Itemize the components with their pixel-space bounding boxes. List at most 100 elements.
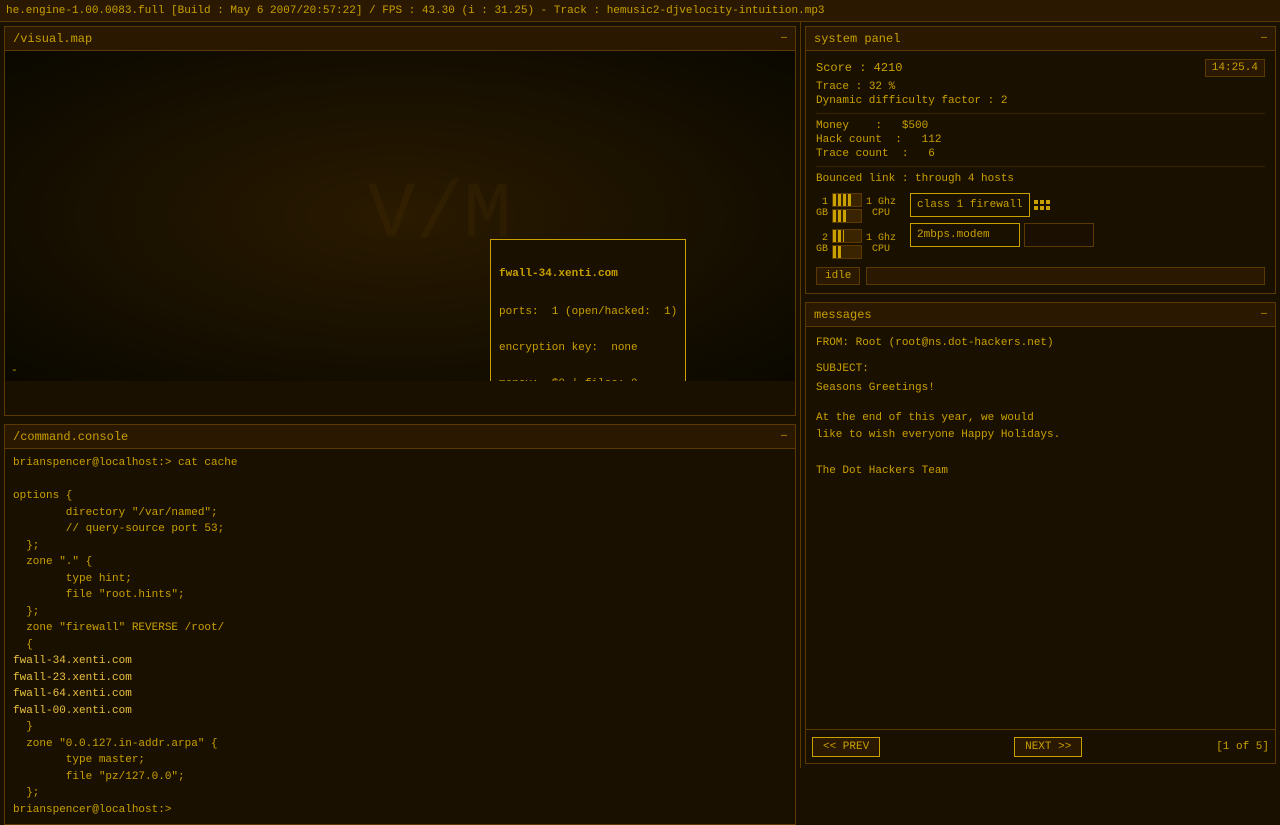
left-column: /visual.map — V/M	[0, 22, 800, 768]
main-layout: /visual.map — V/M	[0, 22, 1280, 768]
ram1-label: 1	[822, 197, 828, 208]
command-console-panel: /command.console — brianspencer@localhos…	[4, 424, 796, 825]
modem-row: 2mbps.modem	[910, 223, 1094, 247]
node-tooltip: fwall-34.xenti.com ports: 1 (open/hacked…	[490, 239, 686, 381]
page-indicator: [1 of 5]	[1216, 741, 1269, 753]
money-label: Money	[816, 120, 849, 132]
difficulty-value: 2	[1001, 95, 1008, 107]
console-prompt1: brianspencer@localhost:> cat cache	[13, 455, 787, 472]
cpu2-speed: 1 Ghz	[866, 233, 896, 244]
modem-status	[1024, 223, 1094, 247]
trace-value: 32 %	[869, 81, 895, 93]
cpu1-label: CPU	[866, 208, 896, 219]
dot6	[1046, 206, 1050, 210]
ram2-bar2	[832, 245, 862, 259]
money-row: Money : $500	[816, 120, 1265, 132]
highlight-fwall23: fwall-23.xenti.com	[13, 672, 132, 684]
bounced-label: Bounced link : through 4 hosts	[816, 173, 1014, 185]
message-subject-label: SUBJECT:	[816, 361, 1265, 379]
dot4	[1034, 206, 1038, 210]
tooltip-encryption: encryption key: none	[499, 342, 677, 354]
divider2	[816, 166, 1265, 167]
dot5	[1040, 206, 1044, 210]
console-title: /command.console	[13, 430, 128, 444]
messages-panel: messages — FROM: Root (root@ns.dot-hacke…	[805, 302, 1276, 764]
trace-label: Trace :	[816, 81, 862, 93]
tooltip-ports: ports: 1 (open/hacked: 1)	[499, 306, 677, 318]
right-column: system panel — Score : 4210 14:25.4 Trac…	[800, 22, 1280, 768]
ram1-block: 1 GB	[816, 197, 828, 219]
system-panel-content: Score : 4210 14:25.4 Trace : 32 % Dynami…	[806, 51, 1275, 293]
dot1	[1034, 200, 1038, 204]
highlight-fwall64: fwall-64.xenti.com	[13, 688, 132, 700]
hw-right: class 1 firewall	[910, 193, 1094, 259]
next-button[interactable]: NEXT >>	[1014, 737, 1082, 757]
map-minus[interactable]: -	[11, 365, 18, 377]
ram2-unit: GB	[816, 244, 828, 255]
prev-button[interactable]: << PREV	[812, 737, 880, 757]
firewall-dots-row1	[1034, 200, 1050, 204]
firewall-row: class 1 firewall	[910, 193, 1094, 217]
ram2-bar1	[832, 229, 862, 243]
console-header: /command.console —	[5, 425, 795, 449]
system-panel-title: system panel	[814, 32, 900, 46]
hack-count-row: Hack count : 112	[816, 134, 1265, 146]
ram1-unit: GB	[816, 208, 828, 219]
ram1-bar2	[832, 209, 862, 223]
trace-row: Trace : 32 %	[816, 81, 1265, 93]
hw-row2: 2 GB 1 Ghz CPU	[816, 229, 896, 259]
cpu1-block: 1 Ghz CPU	[866, 197, 896, 219]
messages-minimize[interactable]: —	[1261, 309, 1267, 320]
visual-map-panel: /visual.map — V/M	[4, 26, 796, 416]
dot2	[1040, 200, 1044, 204]
highlight-fwall34: fwall-34.xenti.com	[13, 655, 132, 667]
system-panel: system panel — Score : 4210 14:25.4 Trac…	[805, 26, 1276, 294]
map-content: V/M	[5, 51, 795, 381]
ram2-bars	[832, 229, 862, 259]
firewall-dots-row2	[1034, 206, 1050, 210]
message-body: At the end of this year, we would like t…	[816, 410, 1265, 480]
title-bar: he.engine-1.00.0083.full [Build : May 6 …	[0, 0, 1280, 22]
message-subject: Seasons Greetings!	[816, 380, 1265, 398]
divider1	[816, 113, 1265, 114]
visual-map-header: /visual.map —	[5, 27, 795, 51]
messages-header: messages —	[806, 303, 1275, 327]
ram1-bars	[832, 193, 862, 223]
tooltip-title: fwall-34.xenti.com	[499, 268, 677, 280]
money-value: $500	[902, 120, 928, 132]
hw-row1: 1 GB 1 Ghz CPU	[816, 193, 896, 223]
modem-label: 2mbps.modem	[917, 229, 990, 241]
visual-map-title: /visual.map	[13, 32, 92, 46]
messages-footer: << PREV NEXT >> [1 of 5]	[806, 729, 1275, 763]
status-bar: idle	[816, 267, 1265, 285]
message-from: FROM: Root (root@ns.dot-hackers.net)	[816, 335, 1265, 353]
highlight-fwall00: fwall-00.xenti.com	[13, 705, 132, 717]
cpu2-label: CPU	[866, 244, 896, 255]
firewall-indicators	[1034, 200, 1050, 210]
trace-count-label: Trace count	[816, 148, 889, 160]
hw-left: 1 GB 1 Ghz CPU	[816, 193, 896, 259]
messages-title: messages	[814, 308, 872, 322]
console-body: options { directory "/var/named"; // que…	[13, 472, 787, 802]
ram2-label: 2	[822, 233, 828, 244]
console-minimize[interactable]: —	[781, 431, 787, 442]
score-row: Score : 4210 14:25.4	[816, 59, 1265, 77]
trace-count-value: 6	[928, 148, 935, 160]
difficulty-row: Dynamic difficulty factor : 2	[816, 95, 1265, 107]
visual-map-minimize[interactable]: —	[781, 33, 787, 44]
hack-count-value: 112	[922, 134, 942, 146]
difficulty-label: Dynamic difficulty factor :	[816, 95, 994, 107]
score-label: Score :	[816, 61, 866, 75]
tooltip-money: money: $0 | files: 0	[499, 378, 677, 381]
ram2-block: 2 GB	[816, 233, 828, 255]
trace-count-row: Trace count : 6	[816, 148, 1265, 160]
system-panel-header: system panel —	[806, 27, 1275, 51]
system-panel-minimize[interactable]: —	[1261, 33, 1267, 44]
firewall-label: class 1 firewall	[917, 199, 1023, 211]
bounced-row: Bounced link : through 4 hosts	[816, 173, 1265, 185]
hack-count-label: Hack count	[816, 134, 882, 146]
title-text: he.engine-1.00.0083.full [Build : May 6 …	[6, 5, 825, 17]
cpu1-speed: 1 Ghz	[866, 197, 896, 208]
ram1-bar1	[832, 193, 862, 207]
hardware-section: 1 GB 1 Ghz CPU	[816, 193, 1265, 259]
